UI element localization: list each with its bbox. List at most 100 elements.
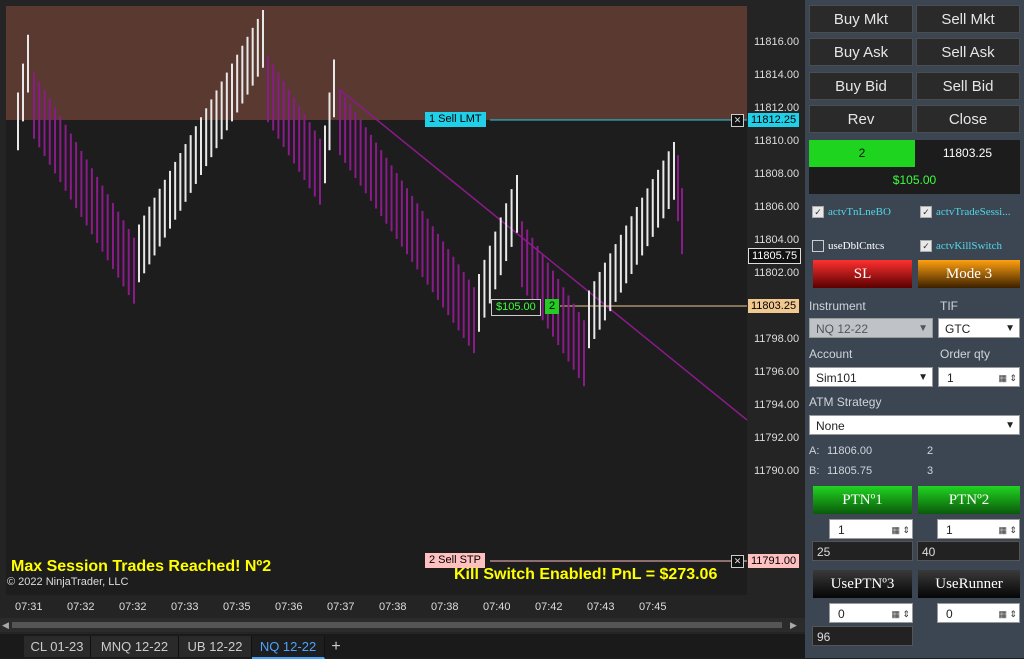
spinner-icon[interactable]: ▦ ⇕ xyxy=(998,604,1017,624)
check-icon[interactable]: ✓ xyxy=(812,206,824,219)
x-tick-label: 07:43 xyxy=(587,601,615,613)
position-qty-label[interactable]: 2 xyxy=(545,299,560,314)
tif-label: TIF xyxy=(940,299,958,313)
x-tick-label: 07:37 xyxy=(327,601,355,613)
bid-price: 11805.75 xyxy=(827,465,873,477)
x-tick-label: 07:32 xyxy=(67,601,95,613)
cancel-limit-order-icon[interactable]: ✕ xyxy=(731,114,744,127)
ptn1-ticks-input[interactable]: 25 xyxy=(812,541,913,561)
buy-bid-button[interactable]: Buy Bid xyxy=(809,72,913,100)
x-tick-label: 07:31 xyxy=(15,601,43,613)
tab-ub[interactable]: UB 12-22 xyxy=(179,636,252,657)
ask-label: A: xyxy=(809,445,820,457)
resistance-zone xyxy=(6,6,747,120)
tab-nq[interactable]: NQ 12-22 xyxy=(252,636,325,659)
y-tick-label: 11794.00 xyxy=(754,399,800,411)
scroll-right-icon[interactable]: ▶ xyxy=(790,618,797,632)
kill-switch-message: Kill Switch Enabled! PnL = $273.06 xyxy=(454,566,718,583)
use-ptn3-button[interactable]: UsePTNº3 xyxy=(813,570,912,598)
y-tick-label: 11808.00 xyxy=(754,168,800,180)
mode-button[interactable]: Mode 3 xyxy=(918,260,1020,288)
ptn2-ticks-input[interactable]: 40 xyxy=(917,541,1020,561)
chevron-down-icon: ▼ xyxy=(918,372,928,383)
position-avg-price: 11803.25 xyxy=(915,140,1020,167)
close-position-button[interactable]: Close xyxy=(916,105,1020,133)
x-tick-label: 07:42 xyxy=(535,601,563,613)
ask-price: 11806.00 xyxy=(827,445,873,457)
y-tick-label: 11810.00 xyxy=(754,135,800,147)
order-qty-label: Order qty xyxy=(940,347,991,361)
account-label: Account xyxy=(809,347,853,361)
instrument-label: Instrument xyxy=(809,299,866,313)
ptn2-button[interactable]: PTNº2 xyxy=(918,486,1020,514)
price-chart[interactable] xyxy=(0,0,805,634)
last-price-tag: 11805.75 xyxy=(748,248,802,264)
add-tab-button[interactable]: + xyxy=(326,636,346,657)
ptn3-ticks-input[interactable]: 96 xyxy=(812,626,913,646)
check-icon[interactable]: ✓ xyxy=(920,240,932,253)
spinner-icon[interactable]: ▦ ⇕ xyxy=(891,520,910,540)
y-tick-label: 11792.00 xyxy=(754,432,800,444)
chevron-down-icon: ▼ xyxy=(1005,323,1015,334)
tif-select[interactable]: GTC ▼ xyxy=(938,318,1020,338)
spinner-icon[interactable]: ▦ ⇕ xyxy=(998,520,1017,540)
copyright: © 2022 NinjaTrader, LLC xyxy=(7,576,129,588)
position-qty: 2 xyxy=(809,140,915,167)
chevron-down-icon: ▼ xyxy=(1005,420,1015,431)
chart-trader-panel: Buy Mkt Sell Mkt Buy Ask Sell Ask Buy Bi… xyxy=(805,0,1024,658)
x-tick-label: 07:45 xyxy=(639,601,667,613)
instrument-tab-bar: CL 01-23 MNQ 12-22 UB 12-22 NQ 12-22 + xyxy=(0,634,805,659)
spinner-icon[interactable]: ▦ ⇕ xyxy=(998,368,1017,388)
sell-market-button[interactable]: Sell Mkt xyxy=(916,5,1020,33)
ask-size: 2 xyxy=(927,445,934,457)
sell-limit-price-tag: 11812.25 xyxy=(748,113,800,127)
tab-mnq[interactable]: MNQ 12-22 xyxy=(91,636,179,657)
unchecked-box[interactable] xyxy=(812,240,824,253)
x-tick-label: 07:38 xyxy=(431,601,459,613)
atm-strategy-label: ATM Strategy xyxy=(809,395,882,409)
y-tick-label: 11804.00 xyxy=(754,234,800,246)
sell-bid-button[interactable]: Sell Bid xyxy=(916,72,1020,100)
reverse-button[interactable]: Rev xyxy=(809,105,913,133)
check-icon[interactable]: ✓ xyxy=(920,206,932,219)
sl-button[interactable]: SL xyxy=(813,260,912,288)
scroll-left-icon[interactable]: ◀ xyxy=(2,618,9,632)
horizontal-scrollbar[interactable]: ◀ ▶ xyxy=(0,618,805,632)
sell-ask-button[interactable]: Sell Ask xyxy=(916,38,1020,66)
scroll-thumb[interactable] xyxy=(12,622,782,628)
checkbox-actvtnlnebo[interactable]: ✓ actvTnLneBO xyxy=(812,206,891,219)
instrument-select[interactable]: NQ 12-22 ▼ xyxy=(809,318,933,338)
position-pnl-label[interactable]: $105.00 xyxy=(491,299,541,316)
sell-stop-price-tag: 11791.00 xyxy=(748,554,800,568)
bid-label: B: xyxy=(809,465,820,477)
order-qty-input[interactable]: 1 ▦ ⇕ xyxy=(938,367,1020,387)
x-tick-label: 07:38 xyxy=(379,601,407,613)
ptn1-qty-input[interactable]: 1 ▦ ⇕ xyxy=(829,519,913,539)
spinner-icon[interactable]: ▦ ⇕ xyxy=(891,604,910,624)
y-tick-label: 11802.00 xyxy=(754,267,800,279)
sell-limit-order-label[interactable]: 1 Sell LMT xyxy=(425,112,486,127)
chart-area[interactable]: 11816.00 11814.00 11812.00 11810.00 11808.00… xyxy=(0,0,805,634)
y-tick-label: 11806.00 xyxy=(754,201,800,213)
buy-market-button[interactable]: Buy Mkt xyxy=(809,5,913,33)
ptn3-qty-input[interactable]: 0 ▦ ⇕ xyxy=(829,603,913,623)
checkbox-actvtradesession[interactable]: ✓ actvTradeSessi... xyxy=(920,206,1010,219)
runner-qty-input[interactable]: 0 ▦ ⇕ xyxy=(937,603,1020,623)
checkbox-usedblcntcs[interactable]: useDblCntcs xyxy=(812,240,884,253)
x-tick-label: 07:36 xyxy=(275,601,303,613)
y-tick-label: 11796.00 xyxy=(754,366,800,378)
bid-size: 3 xyxy=(927,465,934,477)
y-tick-label: 11798.00 xyxy=(754,333,800,345)
max-trades-message: Max Session Trades Reached! Nº2 xyxy=(11,558,272,575)
account-select[interactable]: Sim101 ▼ xyxy=(809,367,933,387)
atm-strategy-select[interactable]: None ▼ xyxy=(809,415,1020,435)
tab-cl[interactable]: CL 01-23 xyxy=(24,636,91,657)
ptn2-qty-input[interactable]: 1 ▦ ⇕ xyxy=(937,519,1020,539)
use-runner-button[interactable]: UseRunner xyxy=(918,570,1020,598)
buy-ask-button[interactable]: Buy Ask xyxy=(809,38,913,66)
ptn1-button[interactable]: PTNº1 xyxy=(813,486,912,514)
cancel-stop-order-icon[interactable]: ✕ xyxy=(731,555,744,568)
y-tick-label: 11814.00 xyxy=(754,69,800,81)
y-tick-label: 11816.00 xyxy=(754,36,800,48)
checkbox-actvkillswitch[interactable]: ✓ actvKillSwitch xyxy=(920,240,1002,253)
